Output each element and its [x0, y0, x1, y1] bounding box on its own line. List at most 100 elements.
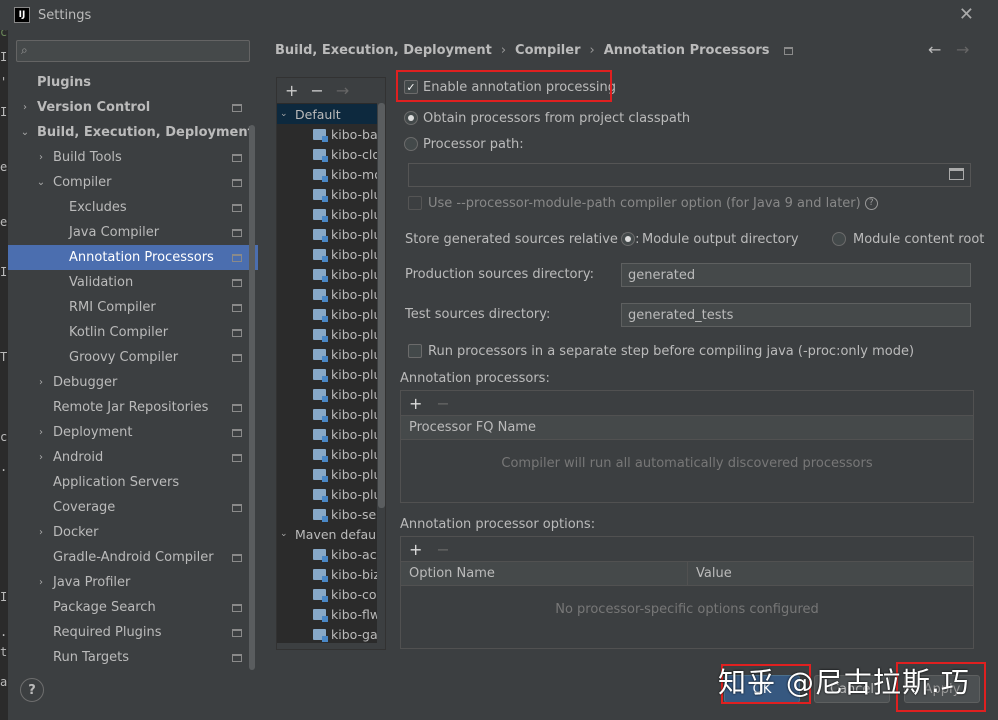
- collapse-arrow-icon[interactable]: ⌄: [280, 529, 288, 539]
- run-separate-checkbox[interactable]: [408, 344, 422, 358]
- collapse-arrow-icon[interactable]: ⌄: [280, 109, 288, 119]
- move-module-icon[interactable]: →: [336, 81, 349, 100]
- help-icon[interactable]: ?: [864, 197, 878, 210]
- forward-arrow-icon[interactable]: →: [956, 40, 969, 59]
- remove-option-icon[interactable]: −: [436, 540, 449, 559]
- collapse-arrow-icon[interactable]: ⌄: [19, 127, 31, 138]
- processor-path-label[interactable]: Processor path:: [423, 137, 524, 152]
- search-input[interactable]: [43, 42, 243, 60]
- profile-group[interactable]: ⌄ Maven default a: [277, 524, 385, 544]
- sidebar-item-debugger[interactable]: › Debugger: [8, 370, 258, 395]
- profile-module[interactable]: kibo-plug: [277, 184, 385, 204]
- production-dir-input[interactable]: [622, 264, 970, 286]
- module-output-radio[interactable]: [621, 232, 635, 246]
- use-module-path-label[interactable]: Use --processor-module-path compiler opt…: [428, 196, 878, 211]
- expand-arrow-icon[interactable]: ›: [19, 102, 31, 113]
- profile-module[interactable]: kibo-plug: [277, 424, 385, 444]
- expand-arrow-icon[interactable]: ›: [35, 377, 47, 388]
- expand-arrow-icon[interactable]: ›: [35, 527, 47, 538]
- profile-module[interactable]: kibo-plug: [277, 444, 385, 464]
- module-output-label[interactable]: Module output directory: [642, 232, 799, 247]
- sidebar-item-coverage[interactable]: Coverage: [8, 495, 258, 520]
- back-arrow-icon[interactable]: ←: [928, 40, 941, 59]
- profiles-scroll-thumb[interactable]: [378, 103, 385, 508]
- obtain-classpath-radio[interactable]: [404, 111, 418, 125]
- profile-module[interactable]: kibo-plug: [277, 244, 385, 264]
- profile-module[interactable]: kibo-plug: [277, 264, 385, 284]
- expand-arrow-icon[interactable]: ›: [35, 152, 47, 163]
- sidebar-item-run-targets[interactable]: Run Targets: [8, 645, 258, 670]
- sidebar-item-excludes[interactable]: Excludes: [8, 195, 258, 220]
- profile-module[interactable]: kibo-flw-a: [277, 604, 385, 624]
- sidebar-item-required-plugins[interactable]: Required Plugins: [8, 620, 258, 645]
- run-separate-label[interactable]: Run processors in a separate step before…: [428, 344, 914, 359]
- profile-group[interactable]: ⌄ Default: [277, 104, 385, 124]
- add-profile-icon[interactable]: +: [285, 81, 298, 100]
- test-dir-field[interactable]: [621, 303, 971, 327]
- sidebar-item-deployment[interactable]: › Deployment: [8, 420, 258, 445]
- add-processor-icon[interactable]: +: [409, 394, 422, 413]
- sidebar-item-java-profiler[interactable]: › Java Profiler: [8, 570, 258, 595]
- sidebar-scrollbar[interactable]: [249, 125, 255, 670]
- profile-module[interactable]: kibo-plug: [277, 224, 385, 244]
- profile-module[interactable]: kibo-base: [277, 124, 385, 144]
- sidebar-item-validation[interactable]: Validation: [8, 270, 258, 295]
- processor-path-field[interactable]: [408, 163, 971, 187]
- sidebar-item-gradle-android-compiler[interactable]: Gradle-Android Compiler: [8, 545, 258, 570]
- sidebar-item-package-search[interactable]: Package Search: [8, 595, 258, 620]
- profile-module[interactable]: kibo-cloud: [277, 144, 385, 164]
- profile-module[interactable]: kibo-serv: [277, 504, 385, 524]
- expand-arrow-icon[interactable]: ›: [35, 577, 47, 588]
- expand-arrow-icon[interactable]: ›: [35, 427, 47, 438]
- test-dir-input[interactable]: [622, 304, 970, 326]
- sidebar-item-java-compiler[interactable]: Java Compiler: [8, 220, 258, 245]
- remove-profile-icon[interactable]: −: [310, 81, 323, 100]
- obtain-classpath-label[interactable]: Obtain processors from project classpath: [423, 111, 690, 126]
- sidebar-item-version-control[interactable]: › Version Control: [8, 95, 258, 120]
- profile-module[interactable]: kibo-mod: [277, 164, 385, 184]
- sidebar-item-compiler[interactable]: ⌄ Compiler: [8, 170, 258, 195]
- profile-module[interactable]: kibo-plug: [277, 284, 385, 304]
- sidebar-item-docker[interactable]: › Docker: [8, 520, 258, 545]
- sidebar-item-build-execution-deployment[interactable]: ⌄ Build, Execution, Deployment: [8, 120, 258, 145]
- breadcrumb-build[interactable]: Build, Execution, Deployment: [275, 43, 492, 58]
- sidebar-item-plugins[interactable]: Plugins: [8, 70, 258, 95]
- help-button[interactable]: ?: [20, 678, 44, 702]
- sidebar-item-build-tools[interactable]: › Build Tools: [8, 145, 258, 170]
- value-column[interactable]: Value: [688, 562, 732, 585]
- processor-path-radio[interactable]: [404, 137, 418, 151]
- profiles-scrollbar[interactable]: [377, 103, 385, 643]
- collapse-arrow-icon[interactable]: ⌄: [35, 177, 47, 188]
- profile-module[interactable]: kibo-com: [277, 584, 385, 604]
- sidebar-item-android[interactable]: › Android: [8, 445, 258, 470]
- close-icon[interactable]: ✕: [959, 4, 974, 25]
- profile-module[interactable]: kibo-plug: [277, 384, 385, 404]
- breadcrumb-compiler[interactable]: Compiler: [515, 43, 580, 58]
- sidebar-item-rmi-compiler[interactable]: RMI Compiler: [8, 295, 258, 320]
- option-name-column[interactable]: Option Name: [401, 562, 688, 585]
- remove-processor-icon[interactable]: −: [436, 394, 449, 413]
- production-dir-field[interactable]: [621, 263, 971, 287]
- profile-module[interactable]: kibo-plug: [277, 304, 385, 324]
- browse-folder-icon[interactable]: [949, 168, 964, 180]
- settings-search[interactable]: ⌕: [16, 40, 250, 62]
- expand-arrow-icon[interactable]: ›: [35, 452, 47, 463]
- profile-module[interactable]: kibo-plug: [277, 404, 385, 424]
- profile-module[interactable]: kibo-biz-a: [277, 564, 385, 584]
- profile-module[interactable]: kibo-actu: [277, 544, 385, 564]
- use-module-path-checkbox[interactable]: [408, 196, 422, 210]
- sidebar-item-application-servers[interactable]: Application Servers: [8, 470, 258, 495]
- processor-path-input[interactable]: [409, 164, 970, 186]
- profile-module[interactable]: kibo-plug: [277, 344, 385, 364]
- module-content-root-label[interactable]: Module content root: [853, 232, 984, 247]
- profile-module[interactable]: kibo-gate: [277, 624, 385, 644]
- profile-module[interactable]: kibo-plug: [277, 464, 385, 484]
- sidebar-item-remote-jar-repositories[interactable]: Remote Jar Repositories: [8, 395, 258, 420]
- add-option-icon[interactable]: +: [409, 540, 422, 559]
- sidebar-item-kotlin-compiler[interactable]: Kotlin Compiler: [8, 320, 258, 345]
- sidebar-item-annotation-processors[interactable]: Annotation Processors: [8, 245, 258, 270]
- profile-module[interactable]: kibo-plug: [277, 484, 385, 504]
- profile-module[interactable]: kibo-plug: [277, 204, 385, 224]
- profile-module[interactable]: kibo-plug: [277, 324, 385, 344]
- processor-fq-name-column[interactable]: Processor FQ Name: [401, 416, 536, 439]
